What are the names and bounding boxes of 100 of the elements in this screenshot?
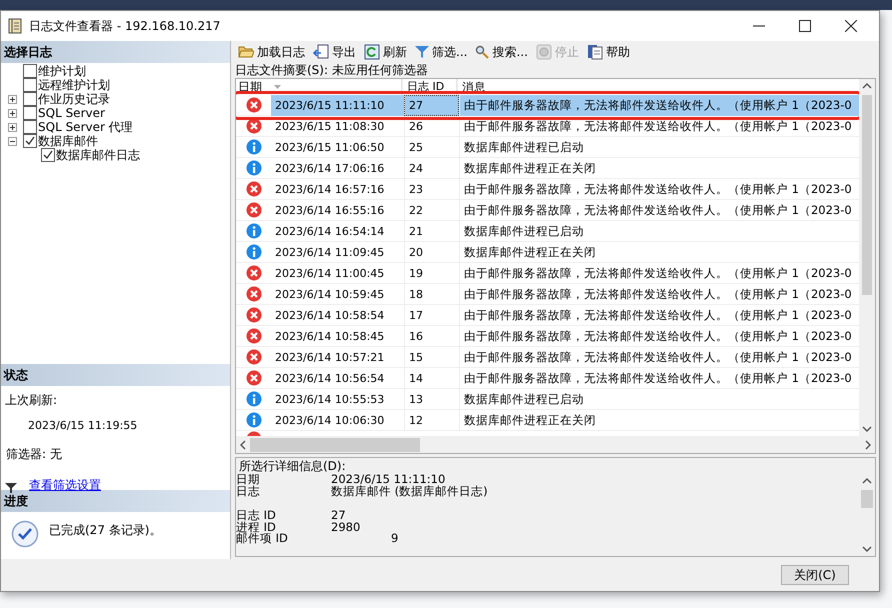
progress-message: 已完成(27 条记录)。 (49, 522, 162, 539)
log-row[interactable]: 2023/6/14 10:58:54 17 由于邮件服务器故障，无法将邮件发送给收件人。（使用帐户 1（2023-0 (236, 305, 859, 326)
toolbar-help-button[interactable]: 帮助 (584, 42, 633, 62)
log-row[interactable]: 2023/6/14 11:09:45 20 数据库邮件进程正在关闭 (236, 242, 859, 263)
log-id-cell: 26 (404, 116, 459, 136)
log-row[interactable]: 2023/6/14 17:06:16 24 数据库邮件进程正在关闭 (236, 158, 859, 179)
log-id-cell: 23 (404, 178, 459, 200)
error-icon (246, 265, 262, 281)
checkbox[interactable] (23, 106, 37, 120)
tree-item[interactable]: SQL Server 代理 (38, 120, 133, 134)
checkbox[interactable] (23, 120, 37, 134)
date-cell-text: 2023/6/14 17:06:16 (274, 160, 386, 176)
log-row[interactable]: 2023/6/14 10:59:45 18 由于邮件服务器故障，无法将邮件发送给收件人。（使用帐户 1（2023-0 (236, 284, 859, 305)
log-row[interactable]: 2023/6/14 10:58:45 16 由于邮件服务器故障，无法将邮件发送给收件人。（使用帐户 1（2023-0 (236, 326, 859, 347)
toolbar-search-button[interactable]: 搜索... (472, 42, 531, 62)
message-cell: 由于邮件服务器故障，无法将邮件发送给收件人。（使用帐户 1（2023-0 (459, 94, 859, 116)
log-row[interactable]: 2023/6/14 10:57:21 15 由于邮件服务器故障，无法将邮件发送给收件人。（使用帐户 1（2023-0 (236, 347, 859, 368)
refresh-icon (364, 44, 380, 60)
error-icon (246, 328, 262, 344)
log-id-cell: 12 (404, 410, 459, 430)
date-cell-text: 2023/6/15 11:08:30 (274, 118, 386, 134)
date-cell-text: 2023/6/14 16:55:16 (274, 202, 386, 218)
detail-value: 9 (390, 533, 398, 544)
tree-item[interactable]: 远程维护计划 (38, 78, 110, 92)
log-id-cell: 17 (404, 304, 459, 326)
tree-item[interactable]: 维护计划 (38, 64, 86, 78)
log-id-cell: 21 (404, 220, 459, 242)
log-id-cell: 27 (404, 94, 459, 116)
detail-label: 日志 (236, 486, 261, 497)
scroll-up-icon[interactable] (862, 83, 872, 89)
log-row[interactable]: 2023/6/14 10:56:54 14 由于邮件服务器故障，无法将邮件发送给收件人。（使用帐户 1（2023-0 (236, 368, 859, 389)
log-row[interactable]: 2023/6/14 10:06:30 12 数据库邮件进程正在关闭 (236, 410, 859, 431)
detail-value: 2980 (331, 522, 360, 533)
close-button[interactable]: 关闭(C) (781, 565, 849, 585)
scroll-thumb[interactable] (861, 490, 873, 508)
log-id-cell: 18 (404, 284, 459, 304)
checkbox[interactable] (23, 64, 37, 78)
log-row[interactable]: 2023/6/14 16:57:16 23 由于邮件服务器故障，无法将邮件发送给收件人。（使用帐户 1（2023-0 (236, 179, 859, 200)
funnel-icon (415, 45, 429, 59)
info-icon (246, 139, 262, 155)
checkbox[interactable] (23, 92, 37, 106)
log-id-cell: 22 (404, 200, 459, 220)
filter-status: 筛选器: 无 (5, 446, 63, 463)
toolbar-folder-button[interactable]: 加载日志 (235, 42, 308, 62)
close-icon[interactable] (845, 20, 857, 32)
tree-item[interactable]: 作业历史记录 (38, 92, 110, 106)
checkbox[interactable] (41, 148, 55, 162)
expander-icon[interactable] (8, 122, 20, 132)
log-id-cell: 19 (404, 262, 459, 284)
toolbar-export-button[interactable]: 导出 (310, 42, 359, 62)
error-icon (246, 349, 262, 365)
expander-icon[interactable] (8, 136, 20, 146)
scroll-left-icon[interactable] (240, 440, 246, 450)
info-icon (246, 160, 262, 176)
date-cell-text: 2023/6/14 11:09:45 (274, 244, 386, 260)
details-title: 所选行详细信息(D): (238, 458, 347, 474)
log-row[interactable]: 2023/6/14 16:54:14 21 数据库邮件进程已启动 (236, 221, 859, 242)
log-row[interactable]: 2023/6/14 10:55:53 13 数据库邮件进程已启动 (236, 389, 859, 410)
checkmark-circle-icon (11, 520, 39, 548)
error-icon (246, 181, 262, 197)
date-cell-text: 2023/6/14 10:56:54 (274, 370, 386, 386)
log-row[interactable]: 2023/6/15 11:11:10 27 由于邮件服务器故障，无法将邮件发送给收件人。（使用帐户 1（2023-0 (236, 95, 859, 116)
toolbar-filter-button[interactable]: 筛选... (412, 42, 470, 62)
date-cell-text: 2023/6/14 10:58:45 (274, 328, 386, 344)
tree-item[interactable]: 数据库邮件 (38, 134, 98, 148)
detail-label: 邮件项 ID (236, 533, 289, 544)
log-id-cell: 13 (404, 388, 459, 410)
error-icon (246, 286, 262, 302)
log-row[interactable]: 2023/6/15 11:08:30 26 由于邮件服务器故障，无法将邮件发送给收件人。（使用帐户 1（2023-0 (236, 116, 859, 137)
log-row[interactable]: 2023/6/14 11:00:45 19 由于邮件服务器故障，无法将邮件发送给收件人。（使用帐户 1（2023-0 (236, 263, 859, 284)
expander-icon[interactable] (8, 108, 20, 118)
maximize-icon[interactable] (799, 20, 811, 32)
checkbox[interactable] (23, 78, 37, 92)
date-cell-text: 2023/6/14 10:57:21 (274, 350, 386, 366)
scroll-thumb[interactable] (250, 438, 420, 452)
horizontal-scrollbar[interactable] (236, 436, 875, 453)
expander-icon[interactable] (8, 94, 20, 104)
section-header: 选择日志 (1, 41, 230, 63)
scroll-down-icon[interactable] (862, 546, 872, 552)
scroll-up-icon[interactable] (862, 478, 872, 484)
date-cell-text: 2023/6/14 10:58:54 (274, 308, 386, 324)
section-header: 进度 (1, 490, 230, 512)
tree-item[interactable]: 数据库邮件日志 (56, 148, 140, 162)
detail-value: 27 (331, 510, 346, 522)
error-icon (246, 370, 262, 386)
date-cell-text: 2023/6/14 10:55:53 (274, 392, 386, 408)
toolbar-refresh-button[interactable]: 刷新 (361, 42, 410, 62)
scroll-right-icon[interactable] (865, 440, 871, 450)
vertical-scrollbar[interactable] (859, 79, 875, 436)
info-icon (246, 391, 262, 407)
error-icon (246, 202, 262, 218)
log-row[interactable]: 2023/6/14 16:55:16 22 由于邮件服务器故障，无法将邮件发送给收件人。（使用帐户 1（2023-0 (236, 200, 859, 221)
checkbox[interactable] (23, 134, 37, 148)
scroll-thumb[interactable] (862, 95, 872, 295)
scroll-down-icon[interactable] (862, 426, 872, 432)
log-row[interactable]: 2023/6/15 11:06:50 25 数据库邮件进程已启动 (236, 137, 859, 158)
folder-icon (238, 45, 254, 59)
tree-item[interactable]: SQL Server (38, 106, 105, 120)
last-refresh-value: 2023/6/15 11:19:55 (27, 418, 138, 432)
funnel-icon (5, 482, 17, 494)
